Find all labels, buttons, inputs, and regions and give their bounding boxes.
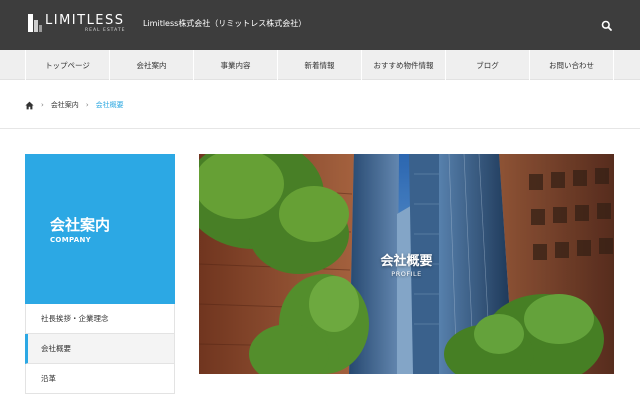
breadcrumb-current: 会社概要 xyxy=(95,101,124,109)
nav-item-company[interactable]: 会社案内 xyxy=(109,50,193,80)
site-header: LIMITLESS REAL ESTATE Limitless株式会社（リミット… xyxy=(0,0,640,50)
breadcrumb-company-link[interactable]: 会社案内 xyxy=(51,100,79,110)
breadcrumb: › 会社案内 › 会社概要 xyxy=(25,99,124,111)
sidebar-menu: 社長挨拶・企業理念 会社概要 沿革 xyxy=(25,304,175,394)
sidebar-item-profile[interactable]: 会社概要 xyxy=(25,334,175,364)
breadcrumb-separator: › xyxy=(85,101,89,109)
logo-tagline: REAL ESTATE xyxy=(85,28,126,33)
sidebar-title: 会社案内 xyxy=(50,216,111,234)
search-button[interactable] xyxy=(600,18,614,32)
home-icon xyxy=(25,101,34,109)
hero-title: 会社概要 xyxy=(380,254,433,269)
nav-item-contact[interactable]: お問い合わせ xyxy=(529,50,614,80)
sidebar-item-greeting[interactable]: 社長挨拶・企業理念 xyxy=(25,304,175,334)
nav-item-properties[interactable]: おすすめ物件情報 xyxy=(361,50,445,80)
nav-item-blog[interactable]: ブログ xyxy=(445,50,529,80)
nav-item-news[interactable]: 新着情報 xyxy=(277,50,361,80)
hero-banner: 会社概要 PROFILE xyxy=(199,154,614,374)
nav-item-top[interactable]: トップページ xyxy=(25,50,109,80)
site-logo[interactable]: LIMITLESS REAL ESTATE xyxy=(28,12,128,38)
logo-mark-icon xyxy=(28,14,42,32)
global-nav: トップページ 会社案内 事業内容 新着情報 おすすめ物件情報 ブログ お問い合わ… xyxy=(0,50,640,80)
logo-wordmark: LIMITLESS xyxy=(45,13,125,28)
sidebar-header: 会社案内 COMPANY xyxy=(25,154,175,304)
company-name: Limitless株式会社（リミットレス株式会社） xyxy=(143,19,307,28)
sidebar-item-history[interactable]: 沿革 xyxy=(25,364,175,394)
hero-subtitle: PROFILE xyxy=(391,270,422,278)
breadcrumb-home-link[interactable] xyxy=(25,101,34,110)
breadcrumb-divider xyxy=(0,128,640,129)
breadcrumb-separator: › xyxy=(41,101,44,109)
search-icon xyxy=(601,20,612,31)
sidebar-subtitle: COMPANY xyxy=(50,236,91,244)
nav-item-business[interactable]: 事業内容 xyxy=(193,50,277,80)
